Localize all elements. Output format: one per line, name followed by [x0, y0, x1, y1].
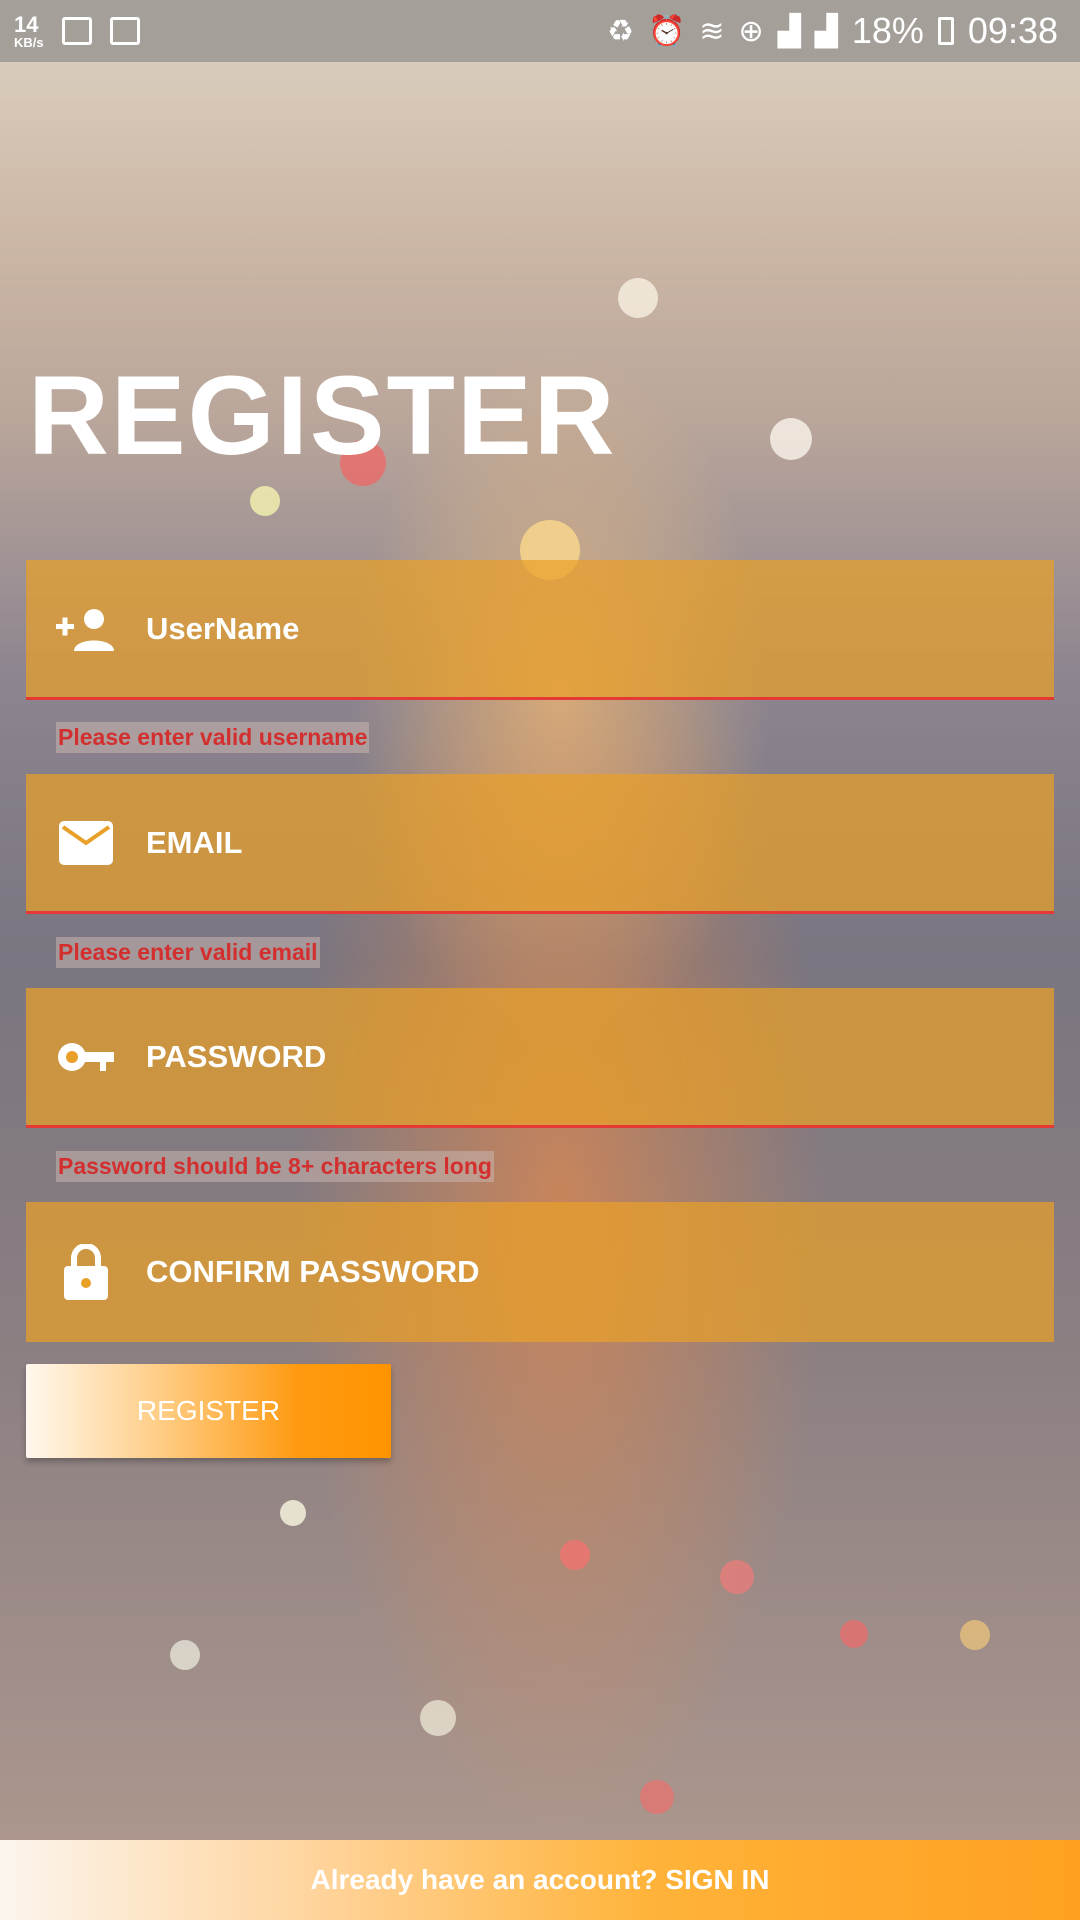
- confirm-password-field[interactable]: CONFIRM PASSWORD: [26, 1202, 1054, 1342]
- battery-icon: [937, 17, 954, 45]
- background-light: [618, 278, 658, 318]
- globe-icon: ⊕: [738, 14, 764, 48]
- recycle-icon: ♻: [607, 14, 635, 48]
- background-light: [560, 1540, 590, 1570]
- email-field[interactable]: EMAIL: [26, 774, 1054, 914]
- background-light: [770, 418, 812, 460]
- add-person-icon: [56, 599, 116, 659]
- background-light: [960, 1620, 990, 1650]
- key-icon: [56, 1027, 116, 1087]
- password-field[interactable]: PASSWORD: [26, 988, 1054, 1128]
- network-speed: 14 KB/s: [14, 11, 44, 50]
- gallery-icon: [61, 17, 92, 45]
- background-light: [170, 1640, 200, 1670]
- username-input[interactable]: UserName: [146, 611, 299, 647]
- lock-icon: [56, 1242, 116, 1302]
- sd-card-icon: [109, 17, 140, 45]
- page-title: REGISTER: [28, 353, 617, 478]
- mail-icon: [56, 813, 116, 873]
- background-light: [640, 1780, 674, 1814]
- signal-2-icon: ▟: [814, 14, 838, 48]
- email-error: Please enter valid email: [56, 937, 320, 968]
- clock: 09:38: [967, 10, 1058, 51]
- battery-percent: 18%: [851, 10, 924, 51]
- background-light: [280, 1500, 306, 1526]
- network-speed-value: 14: [14, 11, 39, 37]
- username-error: Please enter valid username: [56, 722, 370, 753]
- network-speed-unit: KB/s: [14, 34, 44, 50]
- sign-in-link[interactable]: Already have an account? SIGN IN: [0, 1840, 1080, 1920]
- signal-icon: ▟: [777, 14, 801, 48]
- email-input[interactable]: EMAIL: [146, 825, 242, 861]
- alarm-icon: ⏰: [648, 14, 686, 48]
- background-light: [720, 1560, 754, 1594]
- status-bar-right: ♻ ⏰ ≋ ⊕ ▟ ▟ 18% 09:38: [607, 10, 1080, 52]
- confirm-password-input[interactable]: CONFIRM PASSWORD: [146, 1254, 480, 1290]
- password-error: Password should be 8+ characters long: [56, 1151, 494, 1182]
- register-button[interactable]: REGISTER: [26, 1364, 391, 1458]
- password-input[interactable]: PASSWORD: [146, 1039, 326, 1075]
- status-bar: 14 KB/s ♻ ⏰ ≋ ⊕ ▟ ▟ 18% 09:38: [0, 0, 1080, 62]
- wifi-icon: ≋: [699, 14, 725, 48]
- background-light: [420, 1700, 456, 1736]
- background-light: [840, 1620, 868, 1648]
- status-bar-left: 14 KB/s: [0, 11, 140, 50]
- background-light: [250, 486, 280, 516]
- username-field[interactable]: UserName: [26, 560, 1054, 700]
